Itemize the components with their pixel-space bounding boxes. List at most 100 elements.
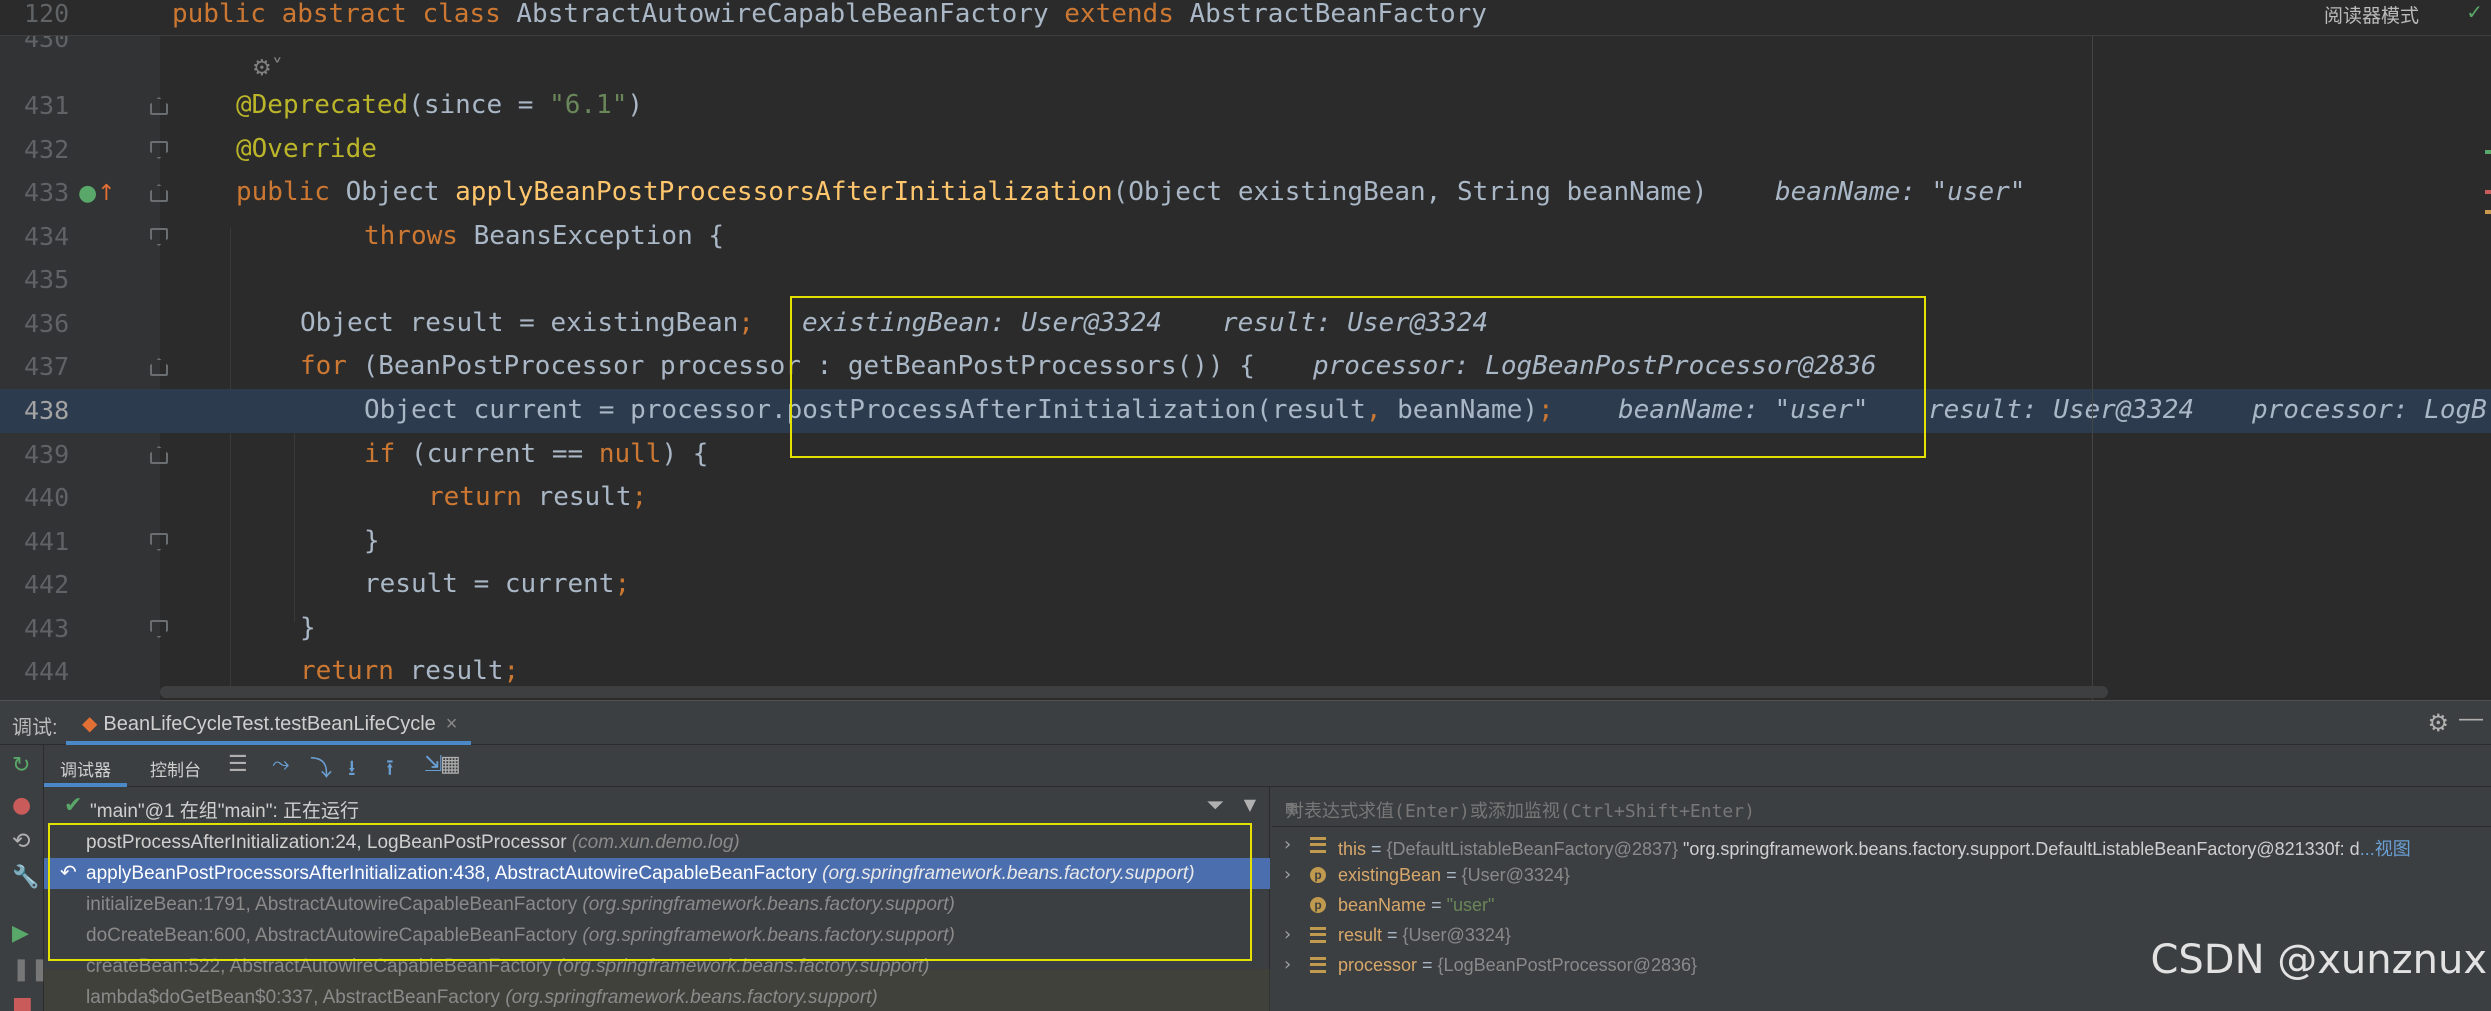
view-link[interactable]: ...视图 bbox=[2360, 839, 2411, 859]
parameter-icon: p bbox=[1310, 867, 1326, 883]
chevron-down-icon[interactable]: ▼ bbox=[1244, 795, 1256, 814]
field-icon bbox=[1310, 927, 1326, 943]
line-number: 433 bbox=[24, 178, 70, 207]
code-line[interactable]: 433 ●↑ public Object applyBeanPostProces… bbox=[0, 171, 2491, 215]
code-text: } bbox=[364, 526, 380, 556]
watermark: CSDN @xunznux bbox=[2150, 937, 2487, 983]
evaluate-expression-icon[interactable]: ▦ bbox=[440, 751, 461, 777]
minimize-icon[interactable]: — bbox=[2459, 705, 2483, 733]
variable-row[interactable]: p beanName = "user" bbox=[1272, 891, 2491, 921]
code-line[interactable]: 441 } bbox=[0, 520, 2491, 564]
variable-row[interactable]: › p existingBean = {User@3324} bbox=[1272, 861, 2491, 891]
variable-equals: = bbox=[1366, 839, 1387, 859]
debug-title-bar: 调试: ◆ BeanLifeCycleTest.testBeanLifeCycle… bbox=[0, 701, 2491, 745]
chevron-right-icon[interactable]: › bbox=[1284, 864, 1291, 885]
tab-debugger[interactable]: 调试器 bbox=[44, 745, 127, 787]
inlay-settings-icon[interactable]: ⚙˅ bbox=[252, 56, 283, 81]
highlight-box bbox=[790, 296, 1926, 458]
fold-marker[interactable] bbox=[150, 446, 168, 464]
chevron-right-icon[interactable]: › bbox=[1284, 954, 1291, 975]
inlay-hint: result: User@3324 bbox=[1928, 395, 2195, 425]
stack-frame[interactable]: lambda$doGetBean$0:337, AbstractBeanFact… bbox=[44, 982, 1270, 1011]
check-icon: ✔ bbox=[64, 793, 83, 818]
chevron-right-icon[interactable]: › bbox=[1284, 834, 1291, 855]
fold-marker[interactable] bbox=[150, 228, 168, 246]
variable-equals: = bbox=[1441, 865, 1462, 885]
session-tab-label: BeanLifeCycleTest.testBeanLifeCycle bbox=[103, 713, 436, 735]
right-margin-guide bbox=[2092, 36, 2093, 700]
variable-name: beanName bbox=[1338, 895, 1427, 915]
line-number: 444 bbox=[24, 657, 70, 686]
step-into-icon[interactable]: ⭳ bbox=[348, 751, 356, 789]
rerun-icon[interactable]: ↻ bbox=[12, 753, 30, 778]
stop-icon[interactable]: ■ bbox=[12, 993, 33, 1011]
thread-status: "main"@1 在组"main": 正在运行 bbox=[90, 801, 360, 822]
chevron-right-icon[interactable]: › bbox=[1284, 924, 1291, 945]
variable-equals: = bbox=[1382, 925, 1403, 945]
fold-marker[interactable] bbox=[150, 97, 168, 115]
code-line[interactable]: 431 @Deprecated(since = "6.1") bbox=[0, 84, 2491, 128]
fold-marker[interactable] bbox=[150, 141, 168, 159]
variable-row[interactable]: › this = {DefaultListableBeanFactory@283… bbox=[1272, 831, 2491, 861]
line-number: 439 bbox=[24, 440, 70, 469]
code-line[interactable]: 442 result = current; bbox=[0, 563, 2491, 607]
error-stripe-marker[interactable] bbox=[2485, 150, 2491, 154]
code-text: } bbox=[300, 613, 316, 643]
error-stripe-marker[interactable] bbox=[2485, 210, 2491, 214]
line-number: 432 bbox=[24, 135, 70, 164]
close-icon[interactable]: × bbox=[446, 713, 458, 735]
step-over-icon[interactable]: ⤵ bbox=[310, 751, 332, 783]
inlay-hint: processor: LogB bbox=[2252, 395, 2487, 425]
watch-expression-input[interactable]: 对表达式求值(Enter)或添加监视(Ctrl+Shift+Enter) + ▤ bbox=[1272, 787, 2491, 827]
code-text: @Override bbox=[236, 134, 377, 164]
sticky-class-header[interactable]: 120 public abstract class AbstractAutowi… bbox=[0, 0, 2491, 36]
step-out-icon[interactable]: ⭱ bbox=[386, 751, 394, 789]
code-text: throws BeansException { bbox=[364, 221, 725, 251]
code-text: Object result = existingBean; bbox=[300, 308, 754, 338]
line-number: 434 bbox=[24, 222, 70, 251]
overrides-icon[interactable]: ●↑ bbox=[78, 181, 116, 206]
line-number: 437 bbox=[24, 352, 70, 381]
run-config-icon: ◆ bbox=[82, 713, 98, 735]
class-declaration: public abstract class AbstractAutowireCa… bbox=[172, 0, 1487, 29]
code-line[interactable]: 432 @Override bbox=[0, 128, 2491, 172]
code-line[interactable]: 440 return result; bbox=[0, 476, 2491, 520]
parameter-icon: p bbox=[1310, 897, 1326, 913]
variable-name: result bbox=[1338, 925, 1383, 945]
frames-highlight-box bbox=[48, 823, 1252, 961]
gear-icon[interactable]: ⚙ bbox=[2427, 709, 2449, 738]
watch-menu-icon[interactable]: ▤ bbox=[1286, 797, 2483, 818]
view-breakpoints-icon[interactable]: ● bbox=[12, 793, 31, 818]
line-number: 441 bbox=[24, 527, 70, 556]
line-number: 435 bbox=[24, 265, 70, 294]
resume-icon[interactable]: ▶ bbox=[12, 921, 29, 946]
settings-wrench-icon[interactable]: 🔧 bbox=[12, 865, 39, 890]
fold-marker[interactable] bbox=[150, 358, 168, 376]
code-text: return result; bbox=[428, 482, 648, 512]
filter-icon[interactable]: ⏷ bbox=[1206, 793, 1224, 818]
error-stripe-marker[interactable] bbox=[2485, 190, 2491, 194]
line-number: 440 bbox=[24, 483, 70, 512]
line-number: 436 bbox=[24, 309, 70, 338]
code-line[interactable]: 443 } bbox=[0, 607, 2491, 651]
checkmark-icon[interactable]: ✓ bbox=[2466, 0, 2483, 24]
frame-package: (org.springframework.beans.factory.suppo… bbox=[505, 987, 878, 1008]
tab-console[interactable]: 控制台 bbox=[134, 745, 217, 787]
inlay-hint: beanName: "user" bbox=[1775, 177, 2026, 207]
fold-marker[interactable] bbox=[150, 533, 168, 551]
fold-marker[interactable] bbox=[150, 620, 168, 638]
horizontal-scrollbar[interactable] bbox=[160, 686, 2108, 698]
code-line[interactable]: 434 throws BeansException { bbox=[0, 215, 2491, 259]
fold-marker[interactable] bbox=[150, 184, 168, 202]
show-execution-point-icon[interactable]: ⤳ bbox=[272, 751, 290, 777]
layout-menu-icon[interactable]: ☰ bbox=[228, 751, 248, 777]
code-text: if (current == null) { bbox=[364, 439, 709, 469]
line-number: 431 bbox=[24, 91, 70, 120]
debug-session-tab[interactable]: ◆ BeanLifeCycleTest.testBeanLifeCycle × bbox=[66, 701, 472, 745]
variable-name: existingBean bbox=[1338, 865, 1442, 885]
thread-selector[interactable]: ✔ "main"@1 在组"main": 正在运行 ⏷ ▼ bbox=[44, 787, 1270, 827]
line-number: 443 bbox=[24, 614, 70, 643]
reader-mode-button[interactable]: 阅读器模式 bbox=[2324, 1, 2419, 28]
restore-layout-icon[interactable]: ⟲ bbox=[12, 829, 30, 854]
variable-type: {DefaultListableBeanFactory@2837} bbox=[1386, 839, 1678, 859]
